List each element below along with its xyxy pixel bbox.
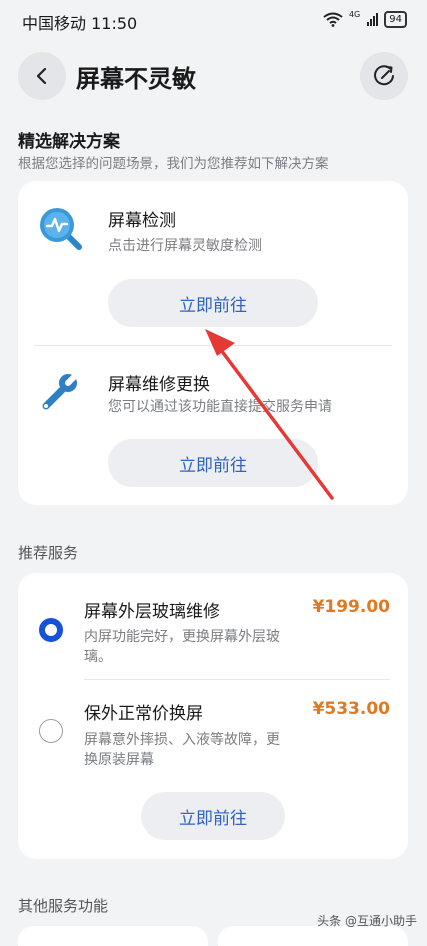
other-services-title: 其他服务功能 xyxy=(18,897,109,915)
refresh-icon xyxy=(374,65,394,86)
carrier-time: 中国移动 11:50 xyxy=(22,14,138,33)
other-service-card-2[interactable] xyxy=(218,926,408,946)
service-desc-1b: 璃。 xyxy=(84,649,112,665)
other-service-card-1[interactable] xyxy=(18,926,208,946)
solution-desc-2: 您可以通过该功能直接提交服务申请 xyxy=(108,399,332,415)
service-title-2: 保外正常价换屏 xyxy=(84,704,203,724)
services-go-button[interactable]: 立即前往 xyxy=(141,792,285,840)
services-title: 推荐服务 xyxy=(18,544,79,562)
battery-icon: 94 xyxy=(384,11,407,28)
solution-desc-1: 点击进行屏幕灵敏度检测 xyxy=(108,238,262,254)
solution-go-button-1[interactable]: 立即前往 xyxy=(108,279,318,327)
back-button[interactable] xyxy=(18,52,66,100)
chevron-left-icon xyxy=(36,67,47,85)
service-desc-2a: 屏幕意外摔损、入液等故障，更 xyxy=(84,732,280,748)
status-icons: 4G 94 xyxy=(323,11,407,28)
service-desc-1a: 内屏功能完好，更换屏幕外层玻 xyxy=(84,629,280,645)
service-title-1: 屏幕外层玻璃维修 xyxy=(84,602,220,622)
solution-title-2: 屏幕维修更换 xyxy=(108,375,210,395)
signal-icon xyxy=(367,13,379,26)
solutions-card: 屏幕检测 点击进行屏幕灵敏度检测 立即前往 屏幕维修更换 您可以通过该功能直接提… xyxy=(18,181,408,505)
wifi-icon xyxy=(323,12,343,27)
network-type: 4G xyxy=(348,10,361,19)
divider xyxy=(84,679,390,680)
screen-check-icon xyxy=(40,208,82,250)
service-radio-2[interactable] xyxy=(39,719,63,743)
service-radio-1[interactable] xyxy=(39,618,63,642)
solution-go-button-2[interactable]: 立即前往 xyxy=(108,439,318,487)
page-title: 屏幕不灵敏 xyxy=(76,65,196,93)
service-price-1: ¥199.00 xyxy=(312,597,390,617)
service-price-2: ¥533.00 xyxy=(312,699,390,719)
services-card: 屏幕外层玻璃维修 ¥199.00 内屏功能完好，更换屏幕外层玻 璃。 保外正常价… xyxy=(18,573,408,859)
wrench-icon xyxy=(42,370,81,410)
service-desc-2b: 换原装屏幕 xyxy=(84,752,154,768)
refresh-button[interactable] xyxy=(360,52,408,100)
watermark: 头条 @互通小助手 xyxy=(317,914,417,928)
solutions-subtitle: 根据您选择的问题场景，我们为您推荐如下解决方案 xyxy=(18,156,329,172)
solutions-title: 精选解决方案 xyxy=(18,132,120,152)
divider xyxy=(34,345,392,346)
solution-title-1: 屏幕检测 xyxy=(108,211,176,231)
status-bar: 中国移动 11:50 4G 94 xyxy=(0,0,427,40)
